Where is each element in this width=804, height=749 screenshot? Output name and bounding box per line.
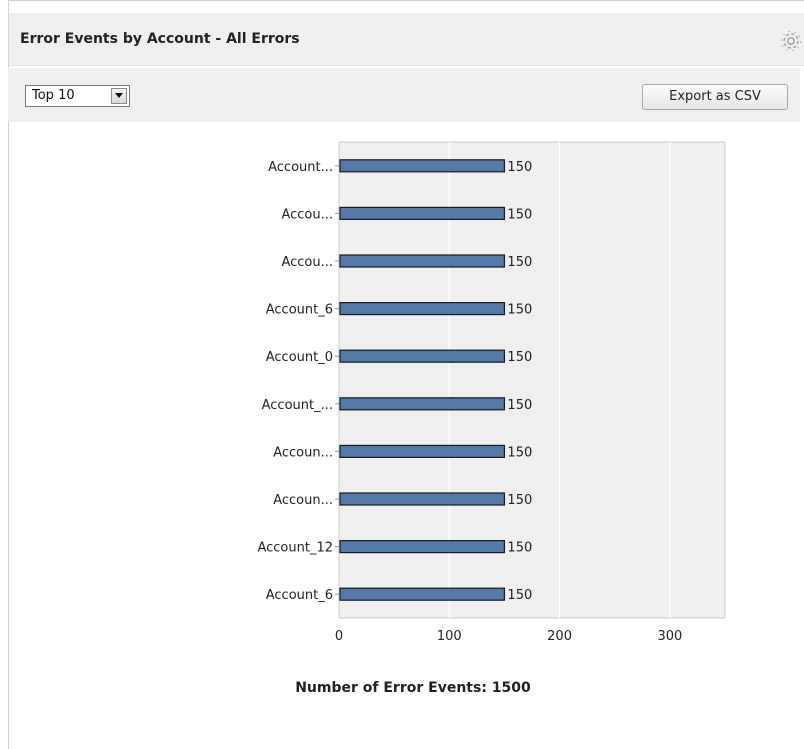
category-label: Accou...	[281, 207, 333, 222]
total-events-summary: Number of Error Events: 1500	[295, 680, 531, 696]
data-label: 150	[507, 588, 532, 603]
x-tick-label: 100	[437, 629, 462, 644]
bar[interactable]	[339, 206, 506, 220]
bar[interactable]	[339, 587, 506, 601]
data-label: 150	[507, 493, 532, 508]
error-events-bar-chart: Account... 150 Accou... 150 Accou... 150 Accou…	[257, 141, 726, 644]
bar[interactable]	[339, 349, 506, 363]
category-label: Accoun...	[273, 445, 333, 460]
data-label: 150	[507, 255, 532, 270]
bar[interactable]	[339, 254, 506, 268]
data-label: 150	[507, 398, 532, 413]
category-label: Account_...	[262, 398, 333, 413]
category-label: Account_0	[266, 350, 333, 365]
data-label: 150	[507, 207, 532, 222]
bar[interactable]	[339, 492, 506, 506]
data-label: 150	[507, 303, 532, 318]
bar[interactable]	[339, 539, 506, 554]
data-label: 150	[507, 445, 532, 460]
bar[interactable]	[339, 159, 506, 173]
data-label: 150	[507, 350, 532, 365]
data-label: 150	[507, 160, 532, 175]
x-tick-label: 200	[547, 629, 572, 644]
bar[interactable]	[339, 444, 506, 458]
category-label: Accou...	[281, 255, 333, 270]
x-tick-label: 300	[657, 629, 682, 644]
category-label: Account...	[268, 160, 333, 175]
category-label: Account_6	[266, 588, 333, 603]
bar[interactable]	[339, 397, 506, 411]
x-tick-label: 0	[335, 629, 343, 644]
bar[interactable]	[339, 302, 506, 316]
category-label: Account_6	[266, 303, 333, 318]
category-label: Accoun...	[273, 493, 333, 508]
data-label: 150	[507, 541, 532, 556]
category-label: Account_12	[257, 541, 333, 556]
